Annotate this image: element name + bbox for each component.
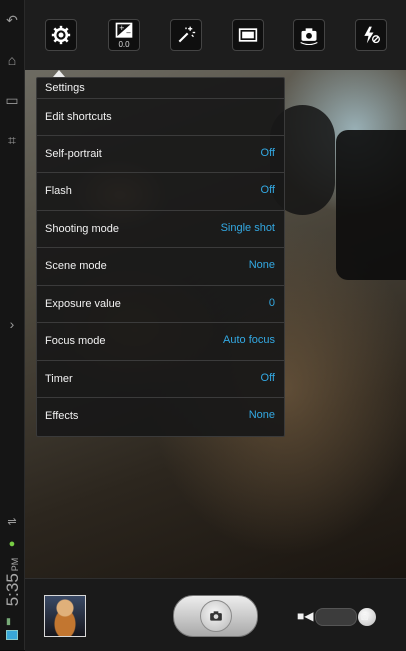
effects-button[interactable] — [170, 19, 202, 51]
exposure-value-label: 0.0 — [118, 40, 130, 49]
clock-ampm: PM — [10, 557, 20, 572]
photo-camera-icon: ◙ — [361, 609, 369, 623]
exposure-button[interactable]: + − 0.0 — [108, 19, 140, 51]
system-bar: ↶ ⌂ ▭ ⌗ › ⇌ ● 5:35PM ▮ — [0, 0, 25, 650]
settings-button[interactable] — [45, 19, 77, 51]
home-icon[interactable]: ⌂ — [4, 52, 20, 68]
menu-item-flash[interactable]: Flash Off — [37, 172, 284, 210]
menu-item-label: Self-portrait — [45, 148, 102, 160]
menu-item-value: Off — [260, 147, 275, 159]
flash-off-icon — [364, 26, 380, 44]
switch-camera-button[interactable] — [293, 19, 325, 51]
recent-apps-icon[interactable]: ▭ — [4, 92, 20, 108]
menu-item-label: Scene mode — [45, 260, 107, 272]
camera-mode-switch[interactable]: ■◀ ◙ — [297, 607, 377, 626]
clock-time: 5:35 — [3, 573, 22, 607]
usb-icon: ⇌ — [7, 516, 17, 528]
menu-item-label: Shooting mode — [45, 223, 119, 235]
menu-item-value: Single shot — [220, 222, 275, 234]
menu-item-label: Flash — [45, 185, 72, 197]
shutter-camera-icon — [200, 600, 232, 632]
menu-item-exposure-value[interactable]: Exposure value 0 — [37, 285, 284, 323]
mode-switch-track — [315, 608, 376, 626]
menu-item-value: Off — [260, 184, 275, 196]
svg-text:−: − — [126, 29, 132, 37]
settings-menu: Settings Edit shortcuts Self-portrait Of… — [36, 77, 285, 437]
clock: 5:35PM — [3, 547, 23, 617]
menu-item-edit-shortcuts[interactable]: Edit shortcuts — [37, 98, 284, 136]
menu-item-value: 0 — [268, 297, 275, 309]
back-icon[interactable]: ↶ — [4, 12, 20, 28]
menu-item-value: Auto focus — [223, 334, 275, 346]
gear-icon — [51, 25, 71, 45]
signal-icon: ▮ — [6, 616, 11, 626]
magic-wand-icon — [178, 26, 196, 43]
menu-item-focus-mode[interactable]: Focus mode Auto focus — [37, 322, 284, 360]
chevron-right-icon[interactable]: › — [4, 316, 20, 332]
preview-object — [336, 130, 406, 280]
menu-item-self-portrait[interactable]: Self-portrait Off — [37, 135, 284, 173]
menu-item-label: Exposure value — [45, 298, 121, 310]
svg-text:+: + — [119, 24, 125, 32]
video-camera-icon: ■◀ — [297, 609, 314, 623]
shutter-button[interactable] — [173, 595, 258, 637]
menu-item-timer[interactable]: Timer Off — [37, 360, 284, 398]
flash-button[interactable] — [355, 19, 387, 51]
menu-item-shooting-mode[interactable]: Shooting mode Single shot — [37, 210, 284, 248]
screenshot-icon[interactable]: ⌗ — [4, 132, 20, 148]
switch-camera-icon — [300, 28, 318, 45]
menu-item-value: None — [248, 409, 275, 421]
exposure-icon: + − — [115, 22, 133, 38]
menu-item-value: None — [248, 259, 275, 271]
menu-item-scene-mode[interactable]: Scene mode None — [37, 247, 284, 285]
menu-item-label: Effects — [45, 410, 79, 422]
screen-mode-button[interactable] — [232, 19, 264, 51]
screen-mode-icon — [238, 28, 258, 42]
battery-icon — [6, 630, 18, 640]
menu-item-effects[interactable]: Effects None — [37, 397, 284, 435]
menu-item-label: Focus mode — [45, 335, 106, 347]
menu-pointer — [53, 70, 65, 77]
menu-item-label: Timer — [45, 373, 73, 385]
camera-bottom-bar: ■◀ ◙ — [25, 578, 406, 651]
menu-title: Settings — [45, 82, 85, 94]
menu-item-label: Edit shortcuts — [45, 111, 112, 123]
gallery-thumbnail[interactable] — [44, 595, 86, 637]
menu-item-value: Off — [260, 372, 275, 384]
camera-toolbar: + − 0.0 — [25, 0, 406, 70]
